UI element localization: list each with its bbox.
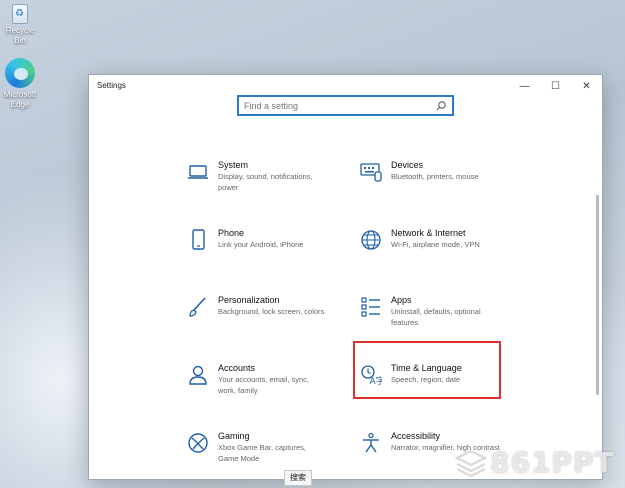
category-description: Your accounts, email, sync, work, family [218, 375, 310, 395]
title-bar[interactable]: Settings — ☐ ✕ [89, 75, 602, 97]
apps-list-icon [361, 297, 380, 317]
search-icon[interactable] [435, 100, 447, 112]
category-accounts[interactable]: Accounts Your accounts, email, sync, wor… [187, 362, 337, 396]
phone-icon [192, 229, 205, 250]
close-button[interactable]: ✕ [571, 75, 602, 97]
category-description: Uninstall, defaults, optional features [391, 307, 481, 327]
category-devices[interactable]: Devices Bluetooth, printers, mouse [360, 159, 510, 183]
category-name: System [218, 160, 249, 170]
search-tooltip: 搜索 [284, 470, 312, 486]
category-name: Devices [391, 160, 424, 170]
search-input[interactable] [244, 100, 435, 111]
category-description: Bluetooth, printers, mouse [391, 172, 479, 181]
category-description: Xbox Game Bar, captures, Game Mode [218, 443, 306, 463]
brush-icon [189, 297, 206, 317]
globe-icon [361, 230, 381, 250]
recycle-bin-icon [12, 4, 28, 24]
category-name: Gaming [218, 431, 250, 441]
category-phone[interactable]: Phone Link your Android, iPhone [187, 227, 337, 251]
category-name: Network & Internet [391, 228, 466, 238]
category-system[interactable]: System Display, sound, notifications, po… [187, 159, 337, 193]
category-description: Link your Android, iPhone [218, 240, 304, 249]
stacked-layers-icon [455, 449, 487, 477]
watermark-text: 861PPT [490, 446, 615, 479]
desktop-icon-label: Microsoft Edge [3, 90, 37, 109]
accessibility-icon [363, 432, 379, 453]
window-title: Settings [97, 81, 126, 90]
category-name: Accounts [218, 363, 256, 373]
window-controls: — ☐ ✕ [509, 75, 602, 97]
category-description: Wi-Fi, airplane mode, VPN [391, 240, 480, 249]
minimize-button[interactable]: — [509, 75, 540, 97]
category-description: Background, lock screen, colors [218, 307, 325, 316]
category-name: Phone [218, 228, 245, 238]
edge-icon [5, 58, 35, 88]
desktop-icon-edge[interactable]: Microsoft Edge [0, 58, 40, 110]
category-name: Accessibility [391, 431, 441, 441]
category-name: Personalization [218, 295, 280, 305]
search-box[interactable] [237, 95, 454, 116]
category-apps[interactable]: Apps Uninstall, defaults, optional featu… [360, 294, 510, 328]
settings-window: Settings — ☐ ✕ System Display, sound, no… [88, 74, 603, 480]
maximize-button[interactable]: ☐ [540, 75, 571, 97]
category-gaming[interactable]: Gaming Xbox Game Bar, captures, Game Mod… [187, 430, 337, 464]
category-description: Display, sound, notifications, power [218, 172, 313, 192]
keyboard-icon [360, 163, 382, 182]
desktop-icon-label: Recycle Bin [5, 26, 35, 45]
xbox-icon [188, 433, 208, 453]
watermark: 861PPT [455, 446, 615, 479]
scrollbar[interactable] [596, 195, 599, 395]
highlight-box [353, 341, 501, 399]
category-personalization[interactable]: Personalization Background, lock screen,… [187, 294, 337, 318]
person-icon [189, 365, 207, 385]
desktop-icon-recycle-bin[interactable]: Recycle Bin [0, 0, 40, 46]
category-network-internet[interactable]: Network & Internet Wi-Fi, airplane mode,… [360, 227, 510, 251]
laptop-icon [188, 165, 208, 179]
category-name: Apps [391, 295, 412, 305]
